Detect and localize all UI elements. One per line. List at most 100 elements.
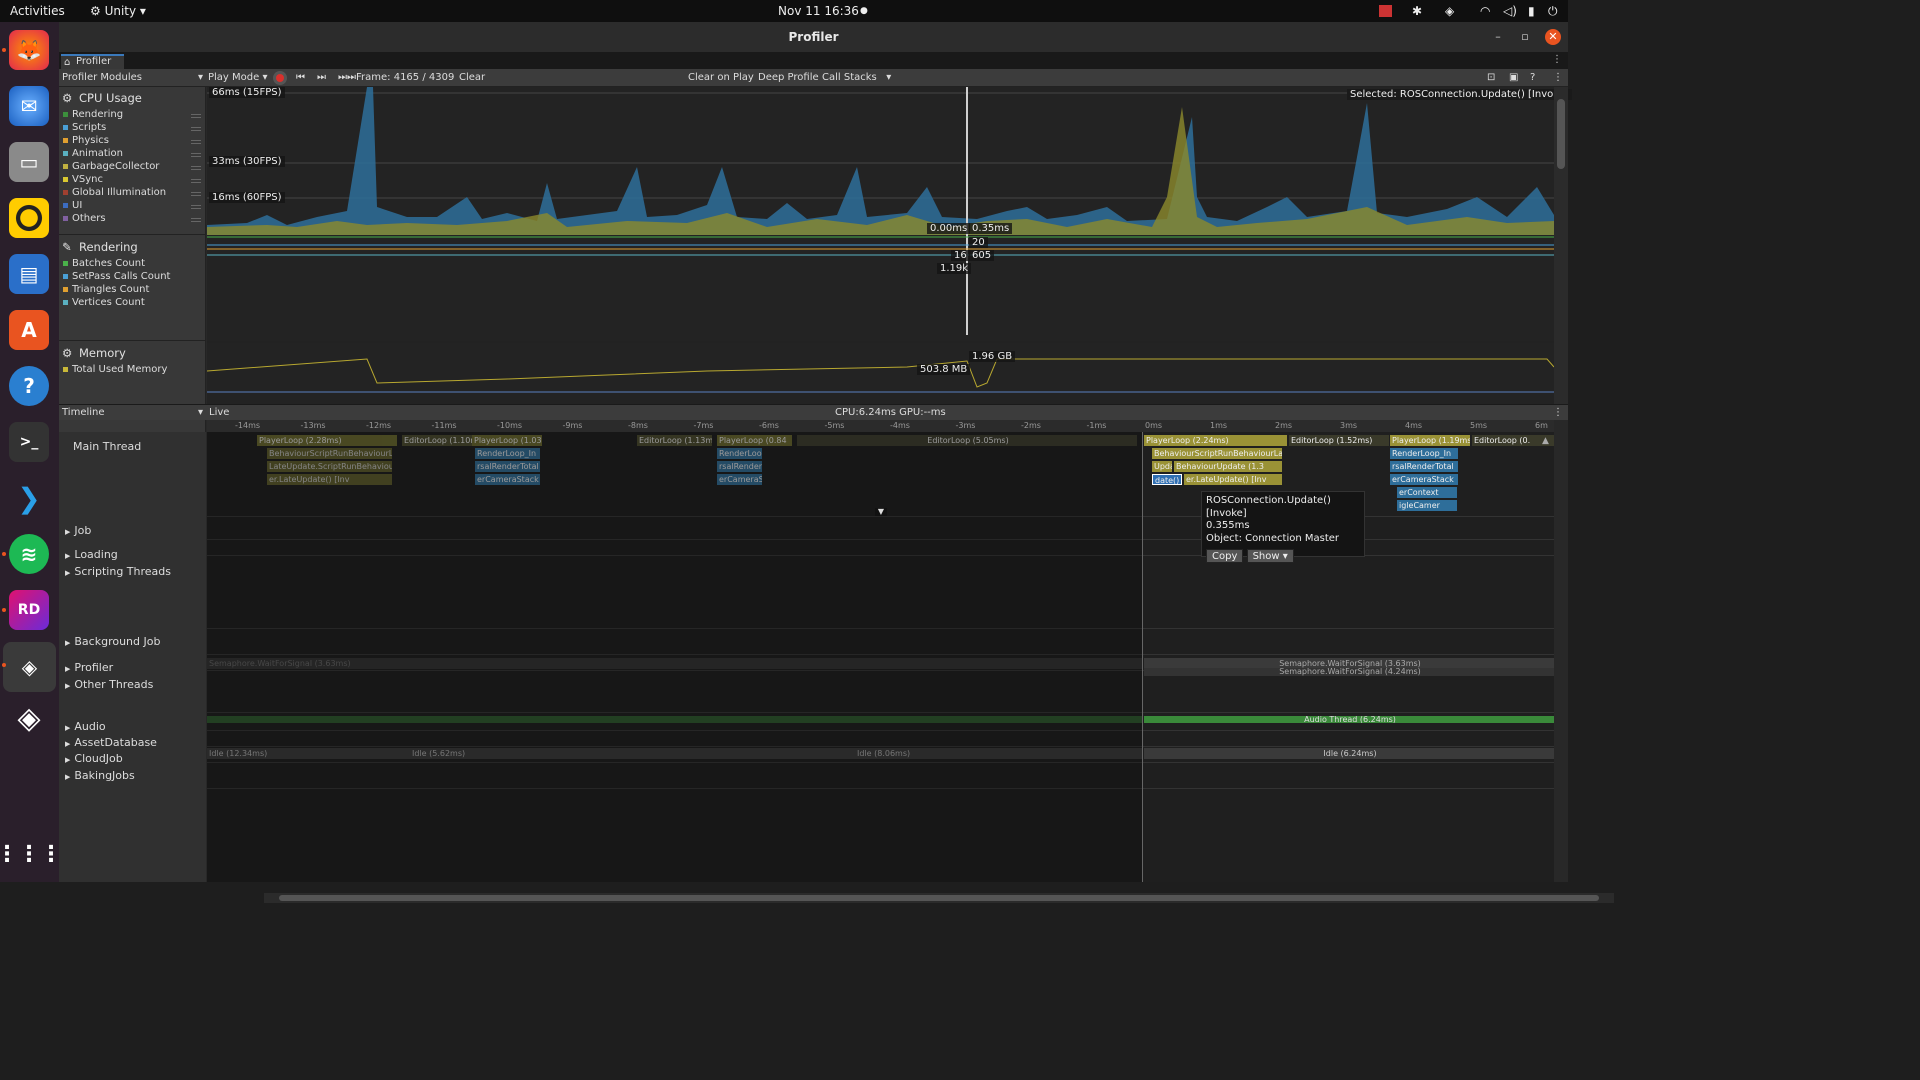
sample-bar[interactable]: erCameraStack [1390,474,1458,485]
memory-legend-item[interactable]: Total Used Memory [63,364,167,375]
rhythmbox-icon[interactable] [9,198,49,238]
thread-profiler[interactable]: ▶ Profiler [65,661,113,674]
tab-profiler[interactable]: ⌂ Profiler [61,54,124,69]
thread-scripting-threads[interactable]: ▶ Scripting Threads [65,565,171,578]
drag-handle-icon[interactable] [191,179,201,183]
tab-menu-icon[interactable]: ⋮ [1552,54,1562,65]
sample-bar-editorloop[interactable]: EditorLoop (1.52ms) [1289,435,1389,446]
sample-bar[interactable]: PlayerLoop (1.03m [472,435,542,446]
sample-bar[interactable]: LateUpdate.ScriptRunBehaviourLate [267,461,392,472]
save-icon[interactable]: ▣ [1509,71,1518,85]
files-icon[interactable]: ▭ [9,142,49,182]
drag-handle-icon[interactable] [191,218,201,222]
thread-other-threads[interactable]: ▶ Other Threads [65,678,153,691]
sample-bar[interactable]: BehaviourScriptRunBehaviourLat [1152,448,1282,459]
deep-profile-toggle[interactable]: Deep Profile [758,71,819,85]
sample-bar[interactable]: erContext [1397,487,1457,498]
thread-main-thread[interactable]: Main Thread [73,440,141,453]
cpu-chart[interactable] [206,87,1555,404]
selected-sample-bar[interactable]: date() [1152,474,1182,485]
expand-arrow-icon[interactable]: ▶ [65,639,70,647]
drag-handle-icon[interactable] [191,127,201,131]
sample-bar[interactable]: BehaviourScriptRunBehaviourLat [267,448,392,459]
drag-handle-icon[interactable] [191,153,201,157]
help-icon[interactable]: ? [9,366,49,406]
volume-icon[interactable]: ◁) [1503,4,1517,18]
spotify-icon[interactable]: ≋ [9,534,49,574]
other-thread-bar[interactable]: Semaphore.WaitForSignal (4.24ms) [1144,668,1554,676]
expand-arrow-icon[interactable]: ▶ [65,756,70,764]
terminal-icon[interactable]: >_ [9,422,49,462]
idle-bar[interactable]: Idle (6.24ms) [1144,748,1554,759]
activities-button[interactable]: Activities [10,4,65,18]
copy-button[interactable]: Copy [1206,549,1244,563]
live-toggle[interactable]: Live [209,406,229,420]
sample-bar[interactable]: PlayerLoop (2.28ms) [257,435,397,446]
timeline-hscrollbar[interactable] [264,893,1614,903]
tray-app-icon[interactable] [1379,5,1392,17]
drag-handle-icon[interactable] [191,166,201,170]
cpu-legend-item[interactable]: Scripts [63,122,106,133]
play-mode-dropdown[interactable]: Play Mode ▾ [208,71,267,85]
unity-hub-icon[interactable]: ◈ [3,642,56,692]
rendering-legend-item[interactable]: SetPass Calls Count [63,271,170,282]
thread-background-job[interactable]: ▶ Background Job [65,635,160,648]
cpu-legend-item[interactable]: Others [63,213,106,224]
record-button[interactable] [273,71,287,85]
profiler-thread-bar[interactable]: Semaphore.WaitForSignal (3.63ms) [207,658,1142,669]
maximize-button[interactable]: ▫ [1517,29,1533,45]
rider-icon[interactable]: RD [9,590,49,630]
tray-unity-icon[interactable]: ◈ [1445,4,1454,18]
profiler-modules-dropdown[interactable]: Profiler Modules ▾ [62,71,203,85]
show-button[interactable]: Show ▾ [1246,549,1294,563]
more-options-icon[interactable]: ⋮ [1553,71,1563,85]
rendering-legend-item[interactable]: Vertices Count [63,297,145,308]
sample-bar[interactable]: er.LateUpdate() [Inv [1184,474,1282,485]
idle-bar[interactable]: Idle (12.34ms) Idle (5.62ms) Idle (8.06ms) [207,748,1142,759]
help-icon[interactable]: ? [1530,71,1535,85]
rendering-module[interactable]: ✎ Rendering Batches Count SetPass Calls Co… [59,235,206,341]
minimize-button[interactable]: – [1490,29,1506,45]
sample-bar[interactable]: erCameraStack [475,474,540,485]
drag-handle-icon[interactable] [191,114,201,118]
tray-slack-icon[interactable]: ✱ [1412,4,1422,18]
firefox-icon[interactable]: 🦊 [9,30,49,70]
sample-bar-playerloop[interactable]: PlayerLoop (1.19ms) [1390,435,1470,446]
last-frame-button[interactable]: ⏭⏭ [338,71,356,85]
sample-bar[interactable]: EditorLoop (1.10ms) [402,435,472,446]
thread-loading[interactable]: ▶ Loading [65,548,118,561]
software-icon[interactable]: A [9,310,49,350]
expand-arrow-icon[interactable]: ▶ [65,682,70,690]
cpu-module[interactable]: ⚙ CPU Usage Rendering Scripts Physics Animat… [59,87,206,235]
sample-bar[interactable]: RenderLoop_In [1390,448,1458,459]
close-button[interactable]: ✕ [1545,29,1561,45]
expand-arrow-icon[interactable]: ▶ [65,740,70,748]
memory-module[interactable]: ⚙ Memory Total Used Memory [59,341,206,405]
cpu-legend-item[interactable]: Physics [63,135,109,146]
cpu-legend-item[interactable]: UI [63,200,82,211]
cpu-legend-item[interactable]: VSync [63,174,103,185]
audio-bar[interactable]: Audio Thread (6.24ms) [1144,716,1554,723]
wifi-icon[interactable]: ◠ [1480,4,1490,18]
clear-on-play-toggle[interactable]: Clear on Play [688,71,754,85]
thread-audio[interactable]: ▶ Audio [65,720,106,733]
sample-bar[interactable]: er.LateUpdate() [Inv [267,474,392,485]
sample-bar[interactable]: RenderLoop_In [475,448,540,459]
drag-handle-icon[interactable] [191,140,201,144]
view-dropdown[interactable]: Timeline ▾ [62,406,203,420]
thread-bakingjobs[interactable]: ▶ BakingJobs [65,769,135,782]
sample-bar[interactable]: igleCamer [1397,500,1457,511]
first-frame-button[interactable]: ⏮ [296,71,305,85]
clock[interactable]: Nov 11 16:36 [778,4,859,18]
frame-selection-line[interactable] [966,87,968,335]
expand-arrow-icon[interactable]: ▶ [65,724,70,732]
sample-bar[interactable]: erCameraStack [717,474,762,485]
time-ruler[interactable]: -14ms -13ms -12ms -11ms -10ms -9ms -8ms -7ms -6m… [207,420,1554,432]
timeline-options-icon[interactable]: ⋮ [1553,406,1563,420]
sample-bar-playerloop[interactable]: PlayerLoop (2.24ms) [1144,435,1287,446]
writer-icon[interactable]: ▤ [9,254,49,294]
apps-grid-icon[interactable]: ⋮⋮⋮ [0,834,62,874]
sample-bar[interactable]: rsalRenderTotal [717,461,762,472]
sample-bar[interactable]: EditorLoop (5.05ms) [797,435,1137,446]
unity-icon[interactable]: ◈ [9,698,49,738]
